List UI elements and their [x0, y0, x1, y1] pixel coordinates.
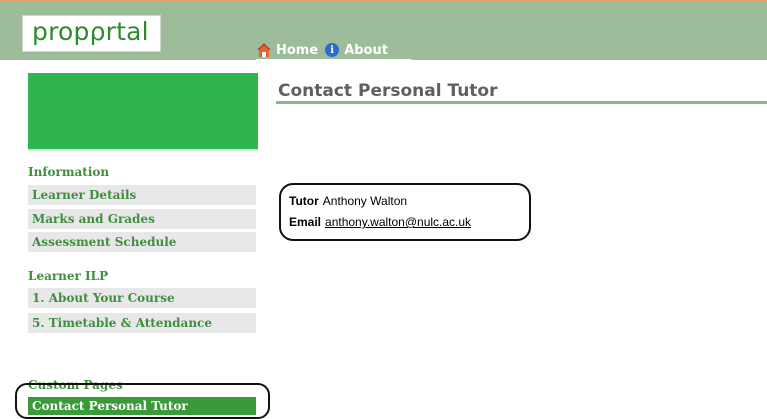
logo-text: propρrtal	[32, 17, 149, 46]
tutor-email-link[interactable]: anthony.walton@nulc.ac.uk	[325, 215, 471, 229]
nav-home-label: Home	[276, 42, 319, 58]
nav-underline	[256, 59, 411, 61]
nav-home[interactable]: Home	[256, 42, 318, 58]
info-icon: i	[325, 43, 340, 57]
logo[interactable]: propρrtal	[22, 15, 161, 52]
sidebar-item-marks-and-grades[interactable]: Marks and Grades	[28, 209, 256, 229]
email-row: Email anthony.walton@nulc.ac.uk	[289, 212, 471, 233]
title-divider	[276, 101, 767, 104]
tutor-contact-card: Tutor Anthony Walton Email anthony.walton@…	[289, 191, 471, 233]
nav-about[interactable]: i About	[325, 43, 388, 58]
sidebar-item-learner-details[interactable]: Learner Details	[28, 185, 256, 205]
top-nav: Home i About	[256, 40, 395, 60]
sidebar-banner	[28, 73, 258, 149]
email-label: Email	[289, 215, 322, 229]
sidebar-item-about-your-course[interactable]: 1. About Your Course	[28, 288, 256, 308]
sidebar-section-information: Information	[28, 165, 110, 179]
home-icon	[256, 42, 272, 58]
tutor-name: Anthony Walton	[322, 194, 408, 208]
tutor-label: Tutor	[289, 194, 319, 208]
sidebar-item-assessment-schedule[interactable]: Assessment Schedule	[28, 232, 256, 252]
highlight-oval-sidebar	[15, 383, 270, 419]
sidebar-section-learner-ilp: Learner ILP	[28, 269, 109, 283]
page-title: Contact Personal Tutor	[278, 81, 498, 101]
sidebar-item-timetable-attendance[interactable]: 5. Timetable & Attendance	[28, 313, 256, 333]
nav-about-label: About	[344, 42, 388, 58]
sidebar-banner-edge	[28, 149, 258, 151]
tutor-row: Tutor Anthony Walton	[289, 191, 471, 212]
